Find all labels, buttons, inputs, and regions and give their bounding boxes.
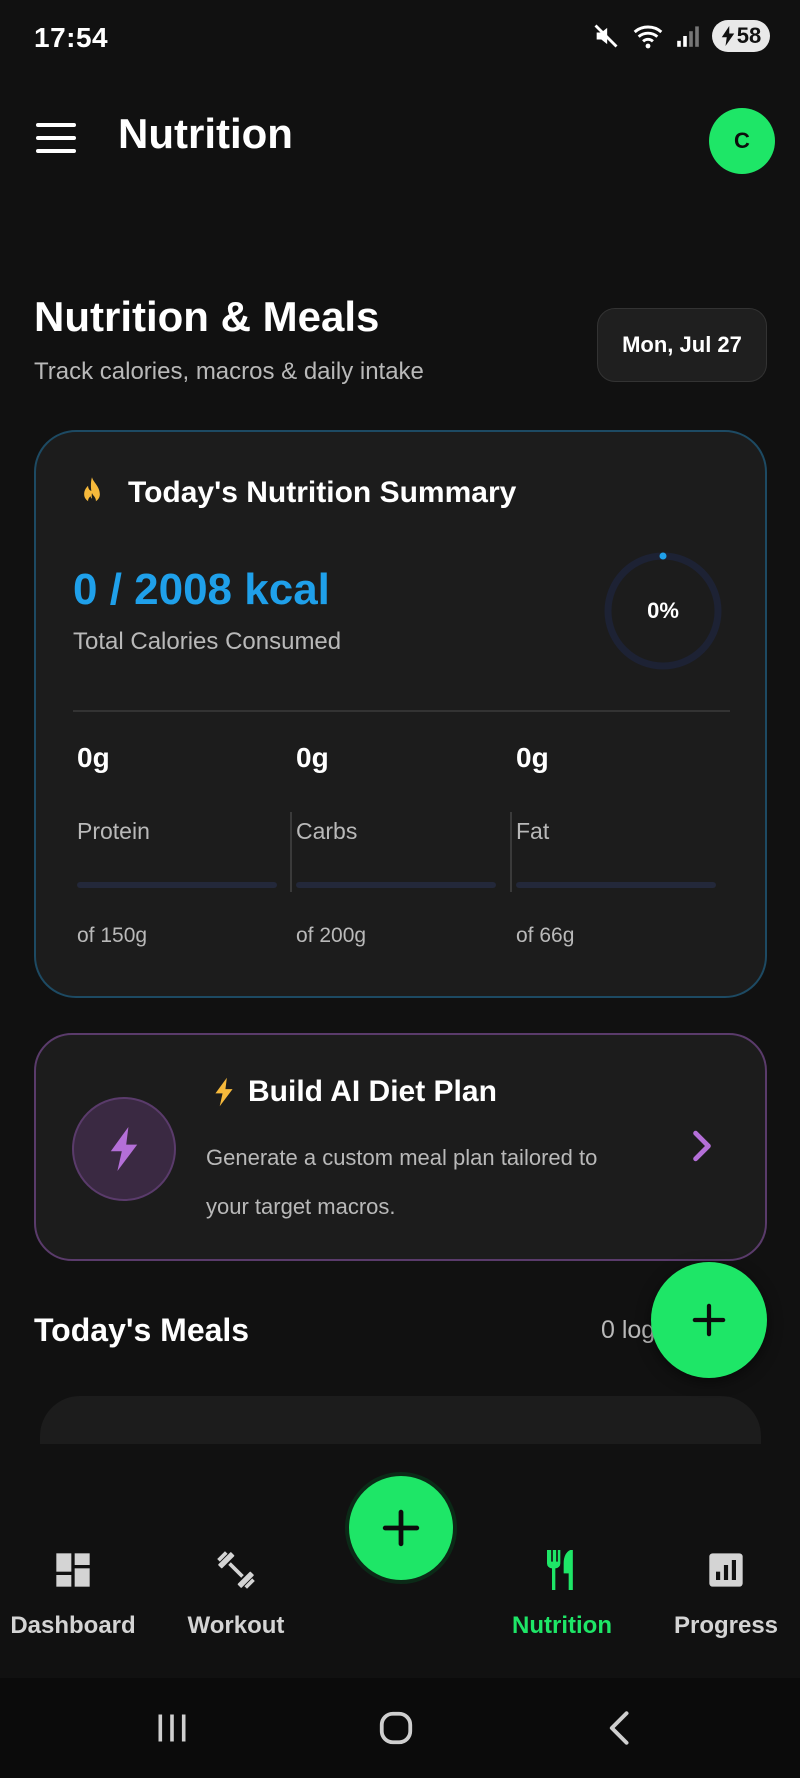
system-navigation-bar — [0, 1678, 800, 1778]
ai-plan-title: Build AI Diet Plan — [248, 1075, 497, 1108]
nav-item-dashboard[interactable]: Dashboard — [0, 1546, 153, 1640]
ai-plan-description: Generate a custom meal plan tailored to … — [206, 1145, 598, 1219]
nav-item-progress[interactable]: Progress — [646, 1546, 800, 1640]
charging-icon — [721, 26, 734, 46]
plus-icon — [692, 1303, 726, 1337]
fork-knife-icon — [547, 1550, 573, 1590]
chevron-right-icon — [693, 1130, 711, 1162]
page-title: Nutrition & Meals — [34, 293, 380, 340]
bottom-navigation: Dashboard Workout Nutrition Progress — [0, 1444, 800, 1678]
lightning-icon — [215, 1077, 233, 1107]
macro-goal: of 66g — [516, 924, 575, 947]
back-button[interactable] — [580, 1706, 660, 1750]
nutrition-screen: 17:54 58 Nutrition C Nutrition & Meals T… — [0, 0, 800, 1778]
ai-title-row: Build AI Diet Plan — [214, 1075, 497, 1109]
home-button[interactable] — [356, 1706, 436, 1750]
macro-progress-track — [77, 882, 277, 888]
calorie-progress-percent: 0% — [647, 598, 679, 623]
calories-value: 0 / 2008 kcal — [73, 565, 330, 614]
meals-count: 0 log — [601, 1316, 656, 1344]
ai-diet-plan-card[interactable]: Build AI Diet Plan Generate a custom mea… — [34, 1033, 767, 1261]
nav-item-nutrition[interactable]: Nutrition — [482, 1546, 642, 1640]
meal-list-card — [40, 1396, 761, 1446]
menu-button[interactable] — [34, 120, 78, 156]
macro-goal: of 200g — [296, 924, 367, 947]
home-icon — [379, 1711, 413, 1745]
macro-name: Fat — [516, 818, 550, 844]
status-bar: 17:54 58 — [0, 0, 800, 76]
divider — [73, 710, 730, 712]
recent-apps-button[interactable] — [132, 1706, 212, 1750]
avatar[interactable]: C — [709, 108, 775, 174]
macro-value: 0g — [296, 742, 329, 773]
date-selector[interactable]: Mon, Jul 27 — [597, 308, 767, 382]
dumbbell-icon — [217, 1551, 255, 1589]
nav-item-workout[interactable]: Workout — [156, 1546, 316, 1640]
macro-goal: of 150g — [77, 924, 148, 947]
back-icon — [609, 1711, 629, 1745]
nav-label: Dashboard — [10, 1612, 136, 1639]
wifi-icon — [633, 25, 663, 49]
nav-label: Progress — [673, 1612, 779, 1639]
macro-fat: 0g Fat of 66g — [512, 742, 722, 962]
recent-apps-icon — [158, 1714, 186, 1742]
app-bar: Nutrition C — [0, 92, 800, 184]
macro-carbs: 0g Carbs of 200g — [292, 742, 502, 962]
macro-name: Carbs — [296, 818, 358, 844]
meals-section-title: Today's Meals — [34, 1312, 250, 1348]
battery-indicator: 58 — [712, 20, 770, 52]
macro-protein: 0g Protein of 150g — [73, 742, 283, 962]
mute-icon — [594, 24, 618, 48]
signal-icon — [677, 26, 699, 47]
add-meal-button[interactable] — [651, 1262, 767, 1378]
summary-heading: Today's Nutrition Summary — [76, 476, 516, 510]
macro-name: Protein — [77, 818, 150, 844]
nav-label: Nutrition — [512, 1612, 612, 1639]
ai-icon-badge — [72, 1097, 176, 1201]
macro-value: 0g — [516, 742, 549, 773]
calories-label: Total Calories Consumed — [73, 628, 342, 655]
macro-progress-track — [296, 882, 496, 888]
bar-chart-icon — [709, 1553, 743, 1587]
status-icons: 58 — [592, 20, 770, 52]
quick-add-button[interactable] — [345, 1472, 457, 1584]
nav-label: Workout — [187, 1612, 285, 1639]
dashboard-icon — [56, 1553, 90, 1587]
hamburger-icon — [36, 123, 76, 127]
lightning-icon — [110, 1127, 138, 1171]
macro-progress-track — [516, 882, 716, 888]
plus-icon — [382, 1509, 420, 1547]
nutrition-summary-card: Today's Nutrition Summary 0 / 2008 kcal … — [34, 430, 767, 998]
status-time: 17:54 — [34, 22, 109, 53]
page-subtitle: Track calories, macros & daily intake — [34, 358, 424, 385]
macro-value: 0g — [77, 742, 110, 773]
flame-icon — [84, 477, 100, 505]
summary-title: Today's Nutrition Summary — [128, 476, 517, 509]
battery-level: 58 — [736, 23, 762, 48]
app-title: Nutrition — [118, 110, 293, 157]
